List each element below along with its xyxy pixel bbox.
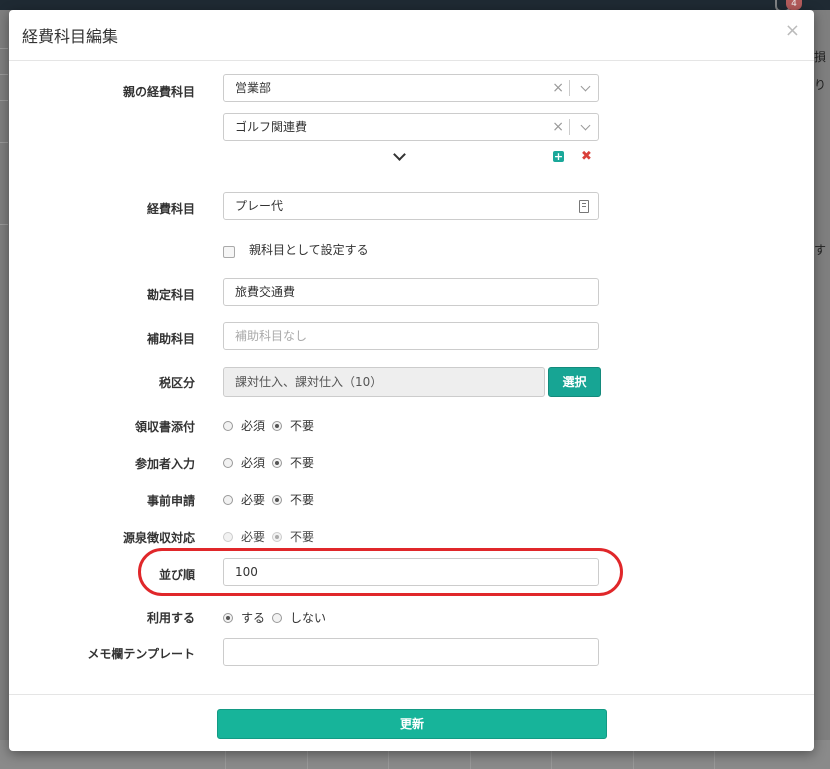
use-radio-group: する しない [223, 609, 333, 626]
highlight-annotation [138, 548, 623, 596]
account-label: 勘定科目 [146, 288, 195, 302]
modal-header: 経費科目編集 × [9, 10, 814, 61]
tax-value: 課対仕入、課対仕入（10） [235, 375, 383, 389]
edit-expense-modal: 経費科目編集 × 親の経費科目 営業部 × ゴルフ関連費 × + ✖ 経費科目 … [9, 10, 814, 751]
bg-line [0, 74, 8, 75]
receipt-not-required-radio[interactable] [272, 421, 283, 431]
radio-label: 不要 [290, 456, 315, 470]
withholding-not-required-radio[interactable] [272, 532, 283, 542]
tax-label: 税区分 [158, 376, 195, 390]
bg-text: す [814, 243, 827, 257]
bg-line [0, 100, 8, 101]
receipt-required-radio[interactable] [223, 421, 233, 431]
expand-chevron-icon[interactable] [393, 148, 406, 161]
expense-name-value: プレー代 [235, 199, 284, 213]
bg-line [0, 48, 8, 49]
clear-icon[interactable]: × [552, 114, 564, 140]
add-level-icon[interactable]: + [553, 151, 564, 162]
parent-select-2-value: ゴルフ関連費 [235, 120, 308, 134]
notification-badge: 4 [786, 0, 802, 10]
top-navbar [0, 0, 830, 10]
parent-select-2[interactable]: ゴルフ関連費 × [223, 113, 599, 141]
remove-level-icon[interactable]: ✖ [581, 149, 592, 164]
attendee-radio-group: 必須 不要 [223, 454, 321, 471]
bg-text: 損 [814, 50, 827, 64]
update-button[interactable]: 更新 [217, 709, 607, 739]
memo-template-input[interactable] [223, 638, 599, 666]
select-separator [569, 119, 570, 135]
tax-input: 課対仕入、課対仕入（10） [223, 367, 545, 397]
sub-account-input[interactable]: 補助科目なし [223, 322, 599, 350]
attendee-label: 参加者入力 [134, 457, 195, 471]
account-value: 旅費交通費 [235, 285, 296, 299]
withholding-radio-group: 必要 不要 [223, 528, 321, 545]
attendee-required-radio[interactable] [223, 458, 233, 468]
radio-label: しない [290, 611, 327, 625]
radio-label: する [241, 611, 266, 625]
pre-approval-radio-group: 必要 不要 [223, 491, 321, 508]
withholding-label: 源泉徴収対応 [122, 531, 195, 545]
contact-card-icon [579, 200, 589, 213]
parent-expense-label: 親の経費科目 [122, 85, 195, 99]
close-button[interactable]: × [785, 20, 800, 41]
pre-approval-required-radio[interactable] [223, 495, 233, 505]
chevron-down-icon[interactable] [580, 81, 591, 92]
clear-icon[interactable]: × [552, 75, 564, 101]
parent-select-1[interactable]: 営業部 × [223, 74, 599, 102]
select-separator [569, 80, 570, 96]
radio-label: 不要 [290, 419, 315, 433]
radio-label: 必要 [241, 530, 266, 544]
use-yes-radio[interactable] [223, 613, 233, 623]
tax-select-button[interactable]: 選択 [548, 367, 601, 397]
bg-text: り [814, 78, 827, 92]
account-input[interactable]: 旅費交通費 [223, 278, 599, 306]
set-as-parent-label: 親科目として設定する [249, 243, 369, 257]
modal-title: 経費科目編集 [22, 27, 119, 46]
radio-label: 不要 [290, 493, 315, 507]
radio-label: 必須 [241, 419, 266, 433]
use-label: 利用する [146, 611, 195, 625]
pre-approval-label: 事前申請 [146, 494, 195, 508]
memo-template-label: メモ欄テンプレート [87, 647, 195, 661]
bg-line [0, 142, 8, 143]
use-no-radio[interactable] [272, 613, 283, 623]
set-as-parent-checkbox[interactable] [223, 246, 235, 258]
radio-label: 必須 [241, 456, 266, 470]
receipt-radio-group: 必須 不要 [223, 417, 321, 434]
expense-name-input[interactable]: プレー代 [223, 192, 599, 220]
withholding-required-radio[interactable] [223, 532, 233, 542]
sub-account-placeholder: 補助科目なし [235, 329, 308, 343]
radio-label: 必要 [241, 493, 266, 507]
receipt-label: 領収書添付 [134, 420, 195, 434]
parent-select-1-value: 営業部 [235, 81, 272, 95]
attendee-not-required-radio[interactable] [272, 458, 283, 468]
expense-label: 経費科目 [146, 202, 195, 216]
bg-line [0, 224, 8, 225]
sub-account-label: 補助科目 [146, 332, 195, 346]
chevron-down-icon[interactable] [580, 120, 591, 131]
radio-label: 不要 [290, 530, 315, 544]
pre-approval-not-required-radio[interactable] [272, 495, 283, 505]
